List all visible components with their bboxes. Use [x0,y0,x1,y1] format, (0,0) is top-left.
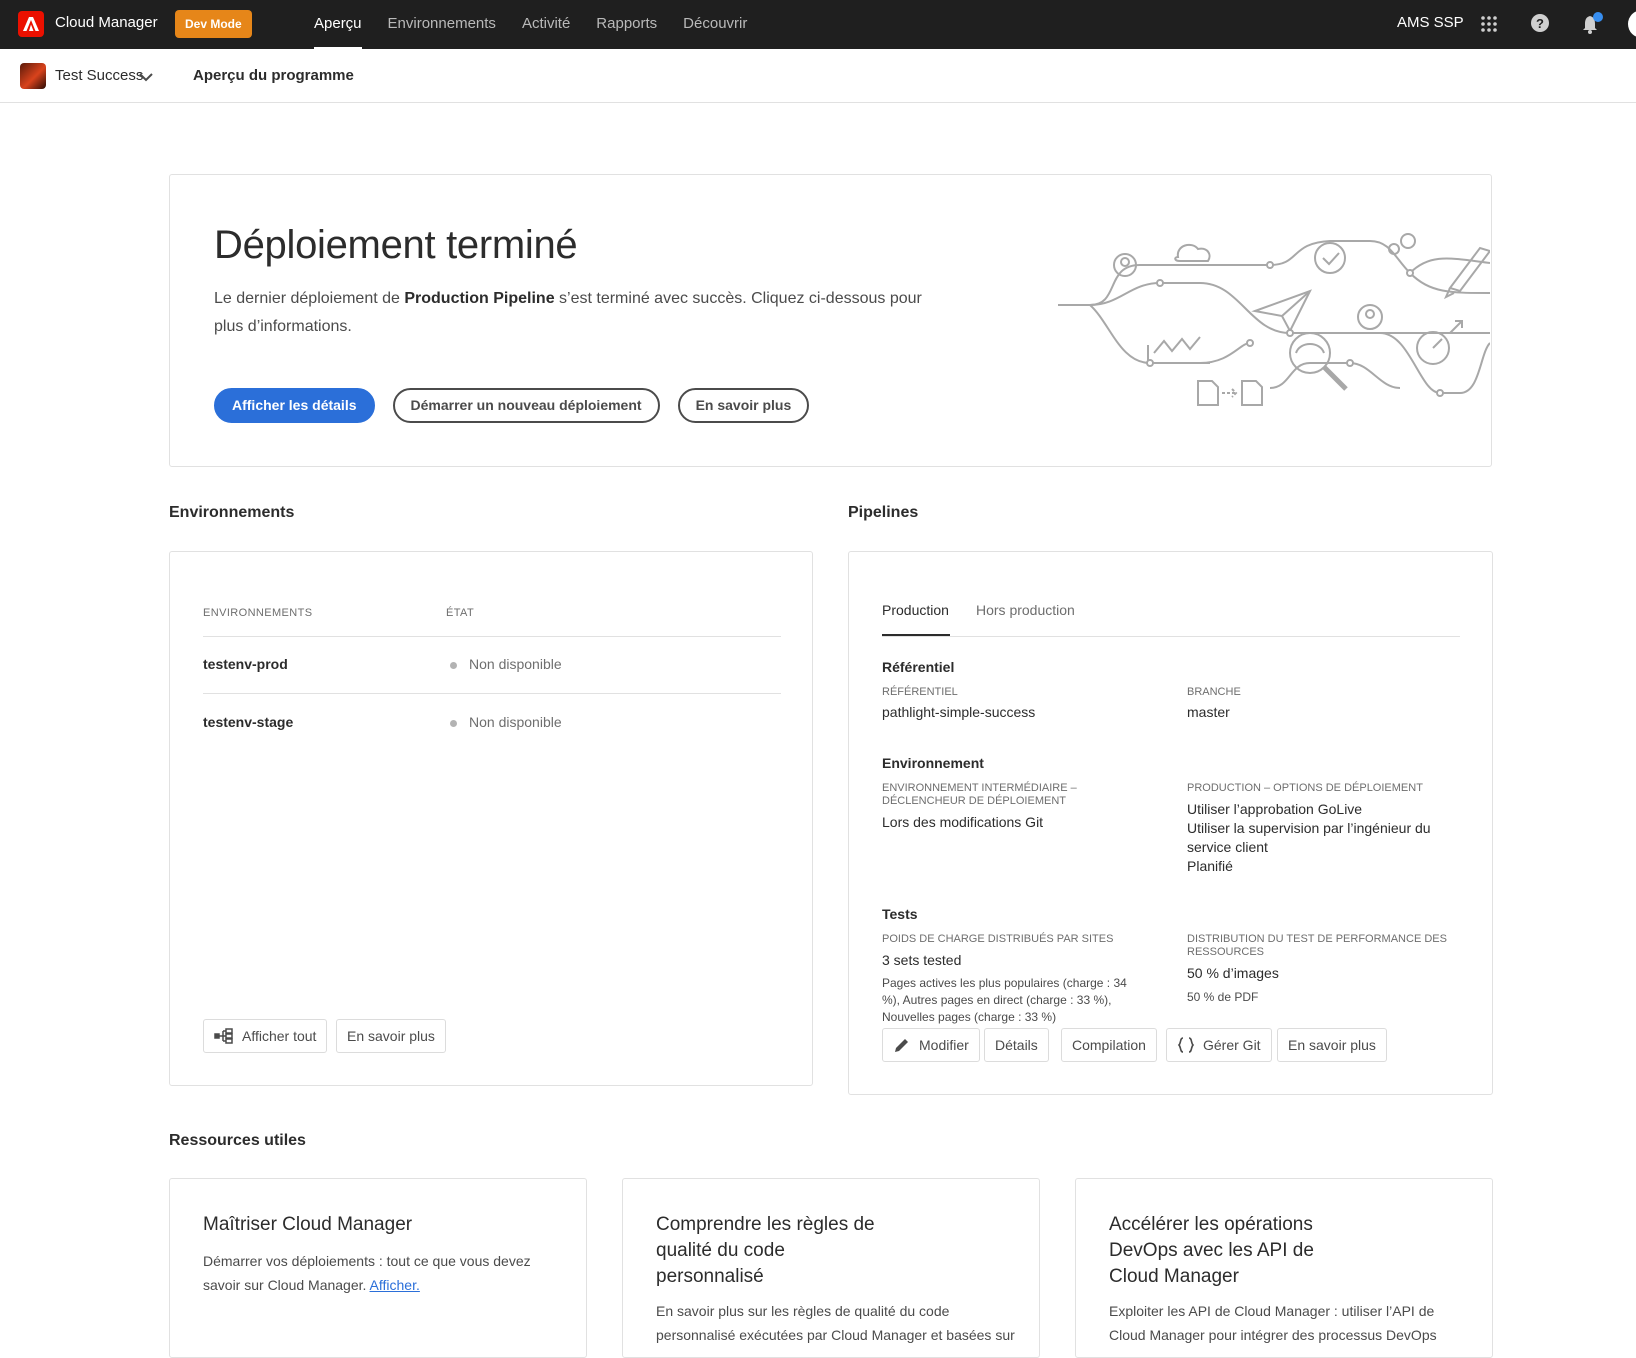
pipelines-section-title: Pipelines [848,504,919,521]
status-dot [450,720,457,727]
nav-environments[interactable]: Environnements [388,0,496,49]
org-switcher[interactable]: AMS SSP [1397,14,1464,31]
hero-description: Le dernier déploiement de Production Pip… [214,290,922,335]
prod-option: Utiliser la supervision par l’ingénieur … [1187,820,1431,855]
nav-discover[interactable]: Découvrir [683,0,747,49]
chevron-down-icon[interactable] [139,69,153,87]
build-button[interactable]: Compilation [1061,1028,1157,1062]
view-all-label: Afficher tout [242,1028,317,1044]
load-weights-detail: Pages actives les plus populaires (charg… [882,976,1127,1024]
nav-reports[interactable]: Rapports [596,0,657,49]
env-learn-more-button[interactable]: En savoir plus [336,1019,446,1053]
hero-title: Déploiement terminé [214,223,578,267]
resource-title: Accélérer les opérations DevOps avec les… [1109,1214,1314,1287]
prod-option: Planifié [1187,858,1233,874]
adobe-logo-icon[interactable] [18,11,44,37]
nav-overview[interactable]: Aperçu [314,0,362,49]
col-header-environments: ENVIRONNEMENTS [203,607,313,619]
view-all-button[interactable]: Afficher tout [203,1019,328,1053]
table-divider [203,636,781,637]
branch-value: master [1187,704,1230,720]
page-title: Aperçu du programme [193,67,354,84]
manage-git-button[interactable]: Gérer Git [1166,1028,1272,1062]
status-dot [450,662,457,669]
tests-heading: Tests [882,906,918,922]
main-nav: Aperçu Environnements Activité Rapports … [314,0,773,49]
tab-non-production[interactable]: Hors production [976,602,1075,618]
dev-mode-badge[interactable]: Dev Mode [175,10,252,38]
notifications-icon[interactable] [1580,12,1604,41]
app-grid-icon[interactable] [1480,15,1498,38]
branch-label: BRANCHE [1187,686,1241,698]
env-row-status: Non disponible [469,714,562,730]
manage-git-label: Gérer Git [1203,1037,1261,1053]
tree-view-icon [214,1028,233,1044]
pipeline-illustration [1058,233,1490,406]
table-divider [203,693,781,694]
perf-distribution-label: DISTRIBUTION DU TEST DE PERFORMANCE DES … [1187,933,1447,958]
resource-text: Démarrer vos déploiements : tout ce que … [203,1253,531,1293]
learn-more-button[interactable]: En savoir plus [677,388,810,423]
tab-production[interactable]: Production [882,602,949,618]
env-row-name[interactable]: testenv-prod [203,656,288,672]
nav-activity[interactable]: Activité [522,0,570,49]
stage-trigger-label: ENVIRONNEMENT INTERMÉDIAIRE – DÉCLENCHEU… [882,782,1077,807]
environments-card: ENVIRONNEMENTS ÉTAT testenv-prod Non dis… [169,551,813,1086]
program-switcher[interactable]: Test Success [55,67,143,84]
hero-actions: Afficher les détails Démarrer un nouveau… [214,388,827,423]
resource-title: Maîtriser Cloud Manager [203,1214,413,1235]
resources-section-title: Ressources utiles [169,1132,306,1149]
perf-distribution-value: 50 % d’images [1187,965,1279,981]
prod-options-label: PRODUCTION – OPTIONS DE DÉPLOIEMENT [1187,782,1423,794]
env-row-status: Non disponible [469,656,562,672]
program-thumbnail[interactable] [20,63,46,89]
start-deployment-button[interactable]: Démarrer un nouveau déploiement [392,388,660,423]
prod-option: Utiliser l’approbation GoLive [1187,801,1363,817]
repository-value: pathlight-simple-success [882,704,1036,720]
env-row-name[interactable]: testenv-stage [203,714,293,730]
perf-distribution-detail: 50 % de PDF [1187,990,1259,1004]
deployment-status-card: Déploiement terminé Le dernier déploieme… [169,174,1492,467]
help-icon[interactable]: ? [1530,13,1550,38]
stage-trigger-value: Lors des modifications Git [882,814,1044,830]
pipeline-name: Production Pipeline [404,290,555,307]
tab-divider [882,636,1460,637]
top-bar: Cloud Manager Dev Mode Aperçu Environnem… [0,0,1636,49]
svg-text:?: ? [1536,16,1544,31]
program-bar: Test Success Aperçu du programme [0,49,1636,103]
pipelines-card: Production Hors production Référentiel R… [848,551,1493,1095]
details-button[interactable]: Détails [984,1028,1049,1062]
view-link[interactable]: Afficher. [370,1277,420,1293]
load-weights-value: 3 sets tested [882,952,962,968]
load-weights-label: POIDS DE CHARGE DISTRIBUÉS PAR SITES [882,933,1114,945]
repository-label: RÉFÉRENTIEL [882,686,958,698]
environments-section-title: Environnements [169,504,295,521]
repository-heading: Référentiel [882,659,955,675]
pipeline-learn-more-button[interactable]: En savoir plus [1277,1028,1387,1062]
resource-card[interactable]: Accélérer les opérations DevOps avec les… [1075,1178,1493,1358]
environment-heading: Environnement [882,755,984,771]
resource-title: Comprendre les règles de qualité du code… [656,1214,875,1287]
pencil-icon [895,1039,908,1052]
user-avatar[interactable] [1628,10,1636,38]
code-braces-icon [1177,1037,1195,1053]
resource-card[interactable]: Maîtriser Cloud Manager Démarrer vos dép… [169,1178,587,1358]
resource-card[interactable]: Comprendre les règles de qualité du code… [622,1178,1040,1358]
view-details-button[interactable]: Afficher les détails [214,388,375,423]
edit-label: Modifier [919,1037,969,1053]
app-title[interactable]: Cloud Manager [55,14,158,31]
col-header-state: ÉTAT [446,607,475,619]
edit-button[interactable]: Modifier [882,1028,980,1062]
